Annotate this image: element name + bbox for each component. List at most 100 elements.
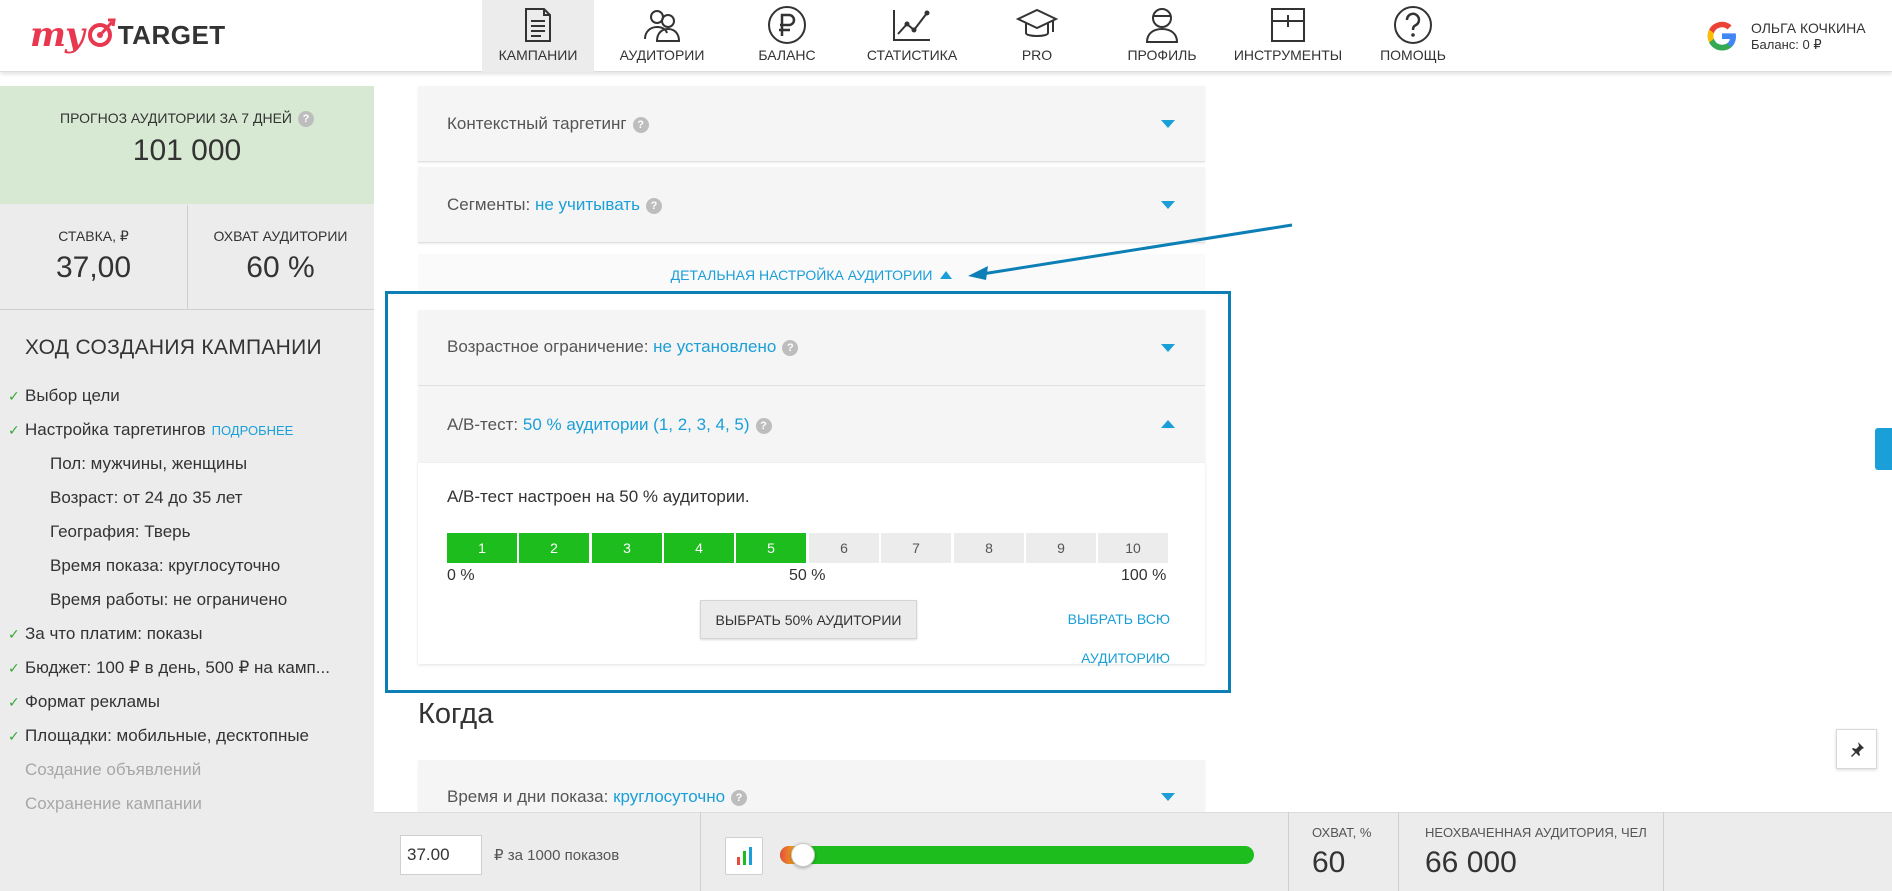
nav-campaigns[interactable]: КАМПАНИИ [482,0,594,72]
nav-profile[interactable]: ПРОФИЛЬ [1106,0,1218,72]
nav-label: ПОМОЩЬ [1380,47,1446,63]
row-label: Время и дни показа: круглосуточно? [447,787,748,807]
step-goal[interactable]: ✓ Выбор цели [8,386,120,406]
line-chart-icon [891,5,933,45]
forecast-label: ПРОГНОЗ АУДИТОРИИ ЗА 7 ДНЕЙ? [0,110,374,128]
step-text: За что платим: показы [25,624,203,643]
bid-slider-track[interactable] [780,846,1254,864]
step-payment[interactable]: ✓ За что платим: показы [8,624,202,644]
help-icon[interactable]: ? [632,116,649,133]
nav-pro[interactable]: PRO [981,0,1093,72]
context-targeting-row[interactable]: Контекстный таргетинг? [418,86,1205,162]
campaign-progress-title: ХОД СОЗДАНИЯ КАМПАНИИ [25,336,322,359]
annotation-highlight-box [385,291,1231,693]
segments-value[interactable]: не учитывать [535,195,640,214]
user-name: ОЛЬГА КОЧКИНА [1751,20,1866,36]
nav-help[interactable]: ПОМОЩЬ [1357,0,1469,72]
pin-button[interactable] [1836,729,1877,769]
bar-divider [700,812,701,891]
feedback-side-tab[interactable] [1875,428,1892,470]
step-detail-geo: География: Тверь [50,522,190,542]
nav-audiences[interactable]: АУДИТОРИИ [606,0,718,72]
chevron-down-icon[interactable] [1161,201,1175,209]
step-text: Формат рекламы [25,692,160,711]
detail-link-text: ДЕТАЛЬНАЯ НАСТРОЙКА АУДИТОРИИ [670,267,933,283]
step-text: Настройка таргетингов [25,420,206,439]
bid-value: 37,00 [55,251,132,284]
question-icon [1393,5,1433,45]
nav-label: БАЛАНС [758,47,816,63]
nav-label: ПРОФИЛЬ [1127,47,1197,63]
chevron-down-icon[interactable] [1161,793,1175,801]
check-icon: ✓ [8,727,20,744]
pin-icon [1850,742,1864,757]
nav-label: СТАТИСТИКА [866,47,958,63]
step-detail-showtime: Время показа: круглосуточно [50,556,280,576]
stat-divider [187,205,188,309]
user-menu[interactable]: ОЛЬГА КОЧКИНА Баланс: 0 ₽ [1705,14,1866,58]
row-label: Сегменты: не учитывать? [447,195,662,215]
document-icon [522,5,554,45]
step-format[interactable]: ✓ Формат рекламы [8,692,160,712]
annotation-arrow-icon [968,223,1293,280]
step-text: Создание объявлений [25,760,202,779]
reach-value: 60 % [246,251,315,284]
forecast-label-text: ПРОГНОЗ АУДИТОРИИ ЗА 7 ДНЕЙ [60,110,292,126]
step-text: Сохранение кампании [25,794,202,813]
time-value[interactable]: круглосуточно [613,787,725,806]
nav-tools[interactable]: ИНСТРУМЕНТЫ [1231,0,1345,72]
logo-target-icon [87,18,116,47]
check-icon: ✓ [8,659,20,676]
chevron-down-icon[interactable] [1161,120,1175,128]
step-budget[interactable]: ✓ Бюджет: 100 ₽ в день, 500 ₽ на камп... [8,658,330,678]
reach-percent-label: ОХВАТ, % [1312,825,1372,840]
step-text: Бюджет: 100 ₽ в день, 500 ₽ на камп... [25,658,330,677]
reach-label: ОХВАТ АУДИТОРИИ [213,228,348,244]
when-section-title: Когда [418,698,494,730]
nav-label: КАМПАНИИ [498,47,578,63]
mytarget-logo[interactable]: my TARGET [30,10,226,60]
user-icon [1144,5,1180,45]
nav-statistics[interactable]: СТАТИСТИКА [856,0,968,72]
caret-up-icon [940,271,953,279]
check-icon: ✓ [8,387,20,404]
bar-divider [1398,812,1399,891]
check-icon: ✓ [8,625,20,642]
section-divider [0,309,374,310]
help-icon[interactable]: ? [297,111,314,128]
check-icon: ✓ [8,421,20,438]
step-detail-worktime: Время работы: не ограничено [50,590,287,610]
segments-label: Сегменты: [447,195,531,214]
check-placeholder: ✓ [8,796,25,813]
more-link[interactable]: ПОДРОБНЕЕ [212,423,294,438]
bid-label: СТАВКА, ₽ [58,228,129,244]
row-label: Контекстный таргетинг? [447,114,649,134]
check-placeholder: ✓ [8,762,25,779]
logo-my-text: my [30,15,85,55]
user-balance: Баланс: 0 ₽ [1751,37,1822,52]
step-ads: ✓Создание объявлений [8,760,201,780]
bar-divider [1288,812,1289,891]
help-icon[interactable]: ? [731,789,748,806]
step-text: География: Тверь [50,522,191,541]
bid-slider-handle[interactable] [791,843,815,867]
step-text: Время показа: круглосуточно [50,556,281,575]
bar-chart-icon-bar [742,851,746,865]
bid-input[interactable] [400,835,482,875]
nav-label: АУДИТОРИИ [619,47,705,63]
nav-label: ИНСТРУМЕНТЫ [1233,47,1343,63]
step-targeting[interactable]: ✓ Настройка таргетингов ПОДРОБНЕЕ [8,420,293,440]
show-time-row[interactable]: Время и дни показа: круглосуточно? [418,760,1205,816]
unreached-audience-label: НЕОХВАЧЕННАЯ АУДИТОРИЯ, ЧЕЛ [1425,825,1647,840]
bar-chart-button[interactable] [725,837,763,875]
help-icon[interactable]: ? [645,197,662,214]
step-platforms[interactable]: ✓ Площадки: мобильные, десктопные [8,726,309,746]
bar-chart-icon-bar [736,857,740,865]
unreached-audience-value: 66 000 [1425,846,1517,879]
nav-label: PRO [1021,47,1053,63]
step-detail-age: Возраст: от 24 до 35 лет [50,488,243,508]
graduation-cap-icon [1016,5,1058,45]
bar-divider [1663,812,1664,891]
forecast-value: 101 000 [132,134,242,167]
nav-balance[interactable]: БАЛАНС [731,0,843,72]
